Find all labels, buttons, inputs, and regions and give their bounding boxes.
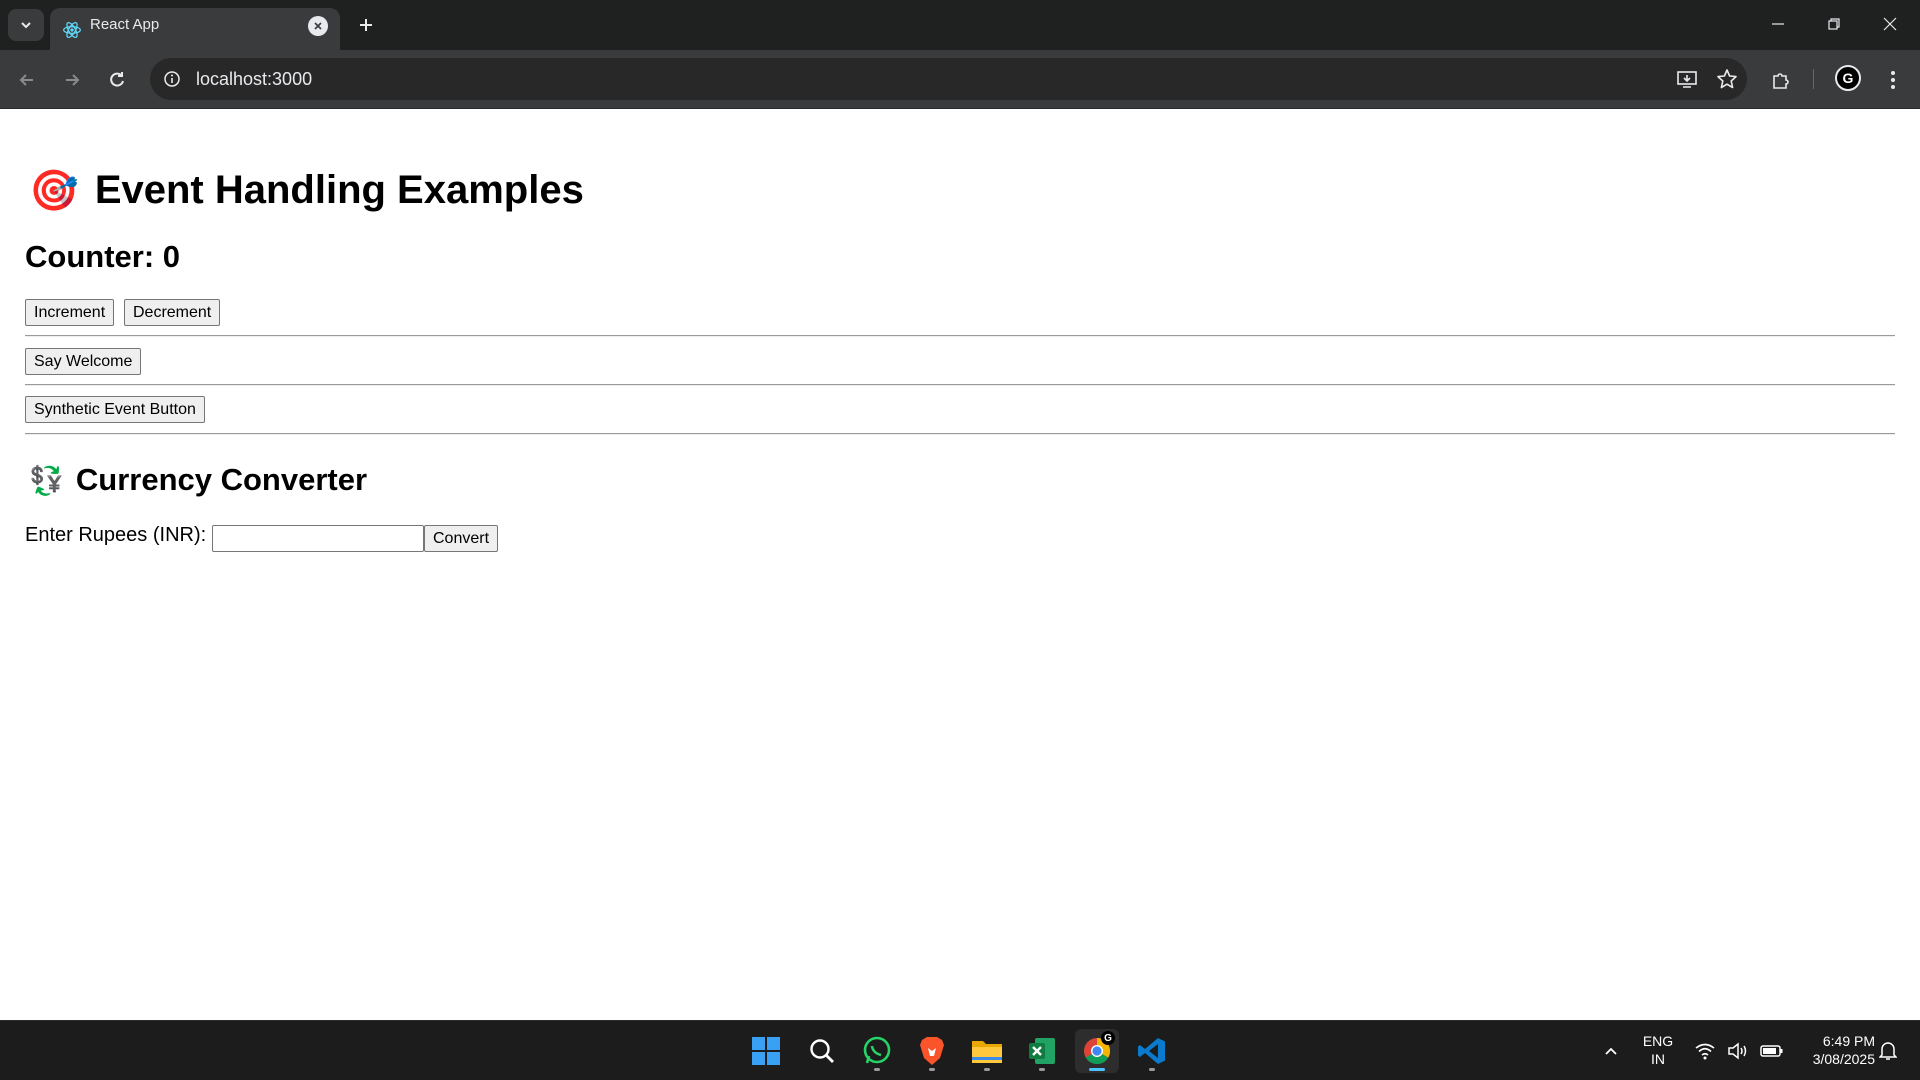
currency-exchange-icon: 💱 [29,464,64,496]
converter-heading-text: Currency Converter [75,462,368,497]
arrow-right-icon [66,74,80,86]
close-icon [1883,17,1897,31]
forward-button[interactable] [55,63,89,97]
back-button[interactable] [10,63,44,97]
active-indicator [1089,1068,1105,1071]
divider [25,335,1895,337]
divider [25,384,1895,386]
language-code: ENG [1642,1033,1674,1049]
rupees-label: Enter Rupees (INR): [25,524,207,546]
browser-tab[interactable]: React App [50,8,340,50]
react-icon [63,21,81,39]
new-tab-button[interactable] [352,9,380,41]
restore-icon [1828,18,1840,30]
page-content: 🎯 Event Handling Examples Counter: 0 Inc… [0,109,1920,1020]
bookmark-button[interactable] [1715,67,1739,91]
page-title: 🎯 Event Handling Examples [29,167,584,214]
install-app-button[interactable] [1675,67,1699,91]
extensions-button[interactable] [1764,63,1798,97]
brave-icon [920,1037,944,1065]
address-bar[interactable]: localhost:3000 [150,58,1747,100]
convert-button[interactable]: Convert [424,525,499,552]
running-indicator [929,1068,935,1071]
puzzle-icon [1773,73,1789,89]
wifi-icon [1695,1043,1715,1060]
url-text[interactable]: localhost:3000 [196,58,312,100]
running-indicator [874,1068,880,1071]
running-indicator [1149,1068,1155,1071]
site-info-button[interactable] [160,67,184,91]
increment-button[interactable]: Increment [25,299,115,326]
taskbar-file-explorer[interactable] [965,1029,1009,1073]
vscode-icon [1138,1038,1165,1064]
page-title-text: Event Handling Examples [94,168,584,212]
taskbar-search[interactable] [800,1029,844,1073]
chevron-down-icon [21,22,31,29]
language-region: IN [1651,1051,1665,1067]
taskbar-excel[interactable] [1020,1029,1064,1073]
toolbar-separator [1813,69,1814,89]
clock-date: 3/08/2025 [1812,1051,1875,1067]
menu-button[interactable] [1876,63,1910,97]
restore-button[interactable] [1814,4,1854,44]
clock[interactable]: 6:49 PM 3/08/2025 [1785,1032,1875,1068]
show-hidden-icons-button[interactable] [1589,1029,1633,1073]
reload-icon [110,72,124,87]
synthetic-event-button[interactable]: Synthetic Event Button [25,396,205,423]
tab-close-button[interactable] [308,16,328,36]
running-indicator [1039,1068,1045,1071]
minimize-icon [1772,23,1784,25]
say-welcome-button[interactable]: Say Welcome [25,348,142,375]
battery-icon [1759,1045,1783,1057]
target-icon: 🎯 [29,169,79,213]
excel-icon [1029,1038,1055,1064]
taskbar-chrome[interactable]: G [1075,1029,1119,1073]
arrow-left-icon [19,74,33,86]
close-icon [314,22,322,30]
info-icon [164,71,180,87]
chevron-up-icon [1605,1047,1617,1055]
running-indicator [984,1068,990,1071]
folder-icon [972,1041,1002,1063]
profile-avatar[interactable]: G [1835,65,1861,91]
decrement-button[interactable]: Decrement [124,299,221,326]
minimize-button[interactable] [1758,4,1798,44]
chrome-profile-badge: G [1101,1031,1115,1045]
language-indicator[interactable]: ENG IN [1638,1032,1678,1068]
windows-icon [752,1037,780,1065]
bell-icon [1879,1042,1897,1060]
taskbar: G ENG IN 6:49 PM 3/08/2025 [0,1020,1920,1080]
whatsapp-icon [863,1036,891,1064]
counter-display: Counter: 0 [25,239,180,274]
close-window-button[interactable] [1870,4,1910,44]
system-tray-status[interactable] [1689,1029,1789,1073]
notifications-button[interactable] [1872,1029,1904,1073]
browser-toolbar: localhost:3000 [0,50,1920,109]
taskbar-brave[interactable] [910,1029,954,1073]
rupees-input[interactable] [212,525,424,552]
divider [25,433,1895,435]
taskbar-whatsapp[interactable] [855,1029,899,1073]
more-vertical-icon [1891,71,1895,89]
reload-button[interactable] [100,63,134,97]
taskbar-vscode[interactable] [1130,1029,1174,1073]
tab-search-button[interactable] [8,9,44,41]
search-icon [810,1039,834,1063]
taskbar-start[interactable] [744,1029,788,1073]
star-icon [1717,69,1737,89]
plus-icon [360,19,372,31]
converter-heading: 💱 Currency Converter [29,462,367,498]
volume-icon [1728,1042,1747,1060]
tab-title: React App [90,16,160,33]
install-icon [1677,71,1697,88]
clock-time: 6:49 PM [1822,1033,1875,1049]
browser-tabstrip: React App [0,0,1920,50]
